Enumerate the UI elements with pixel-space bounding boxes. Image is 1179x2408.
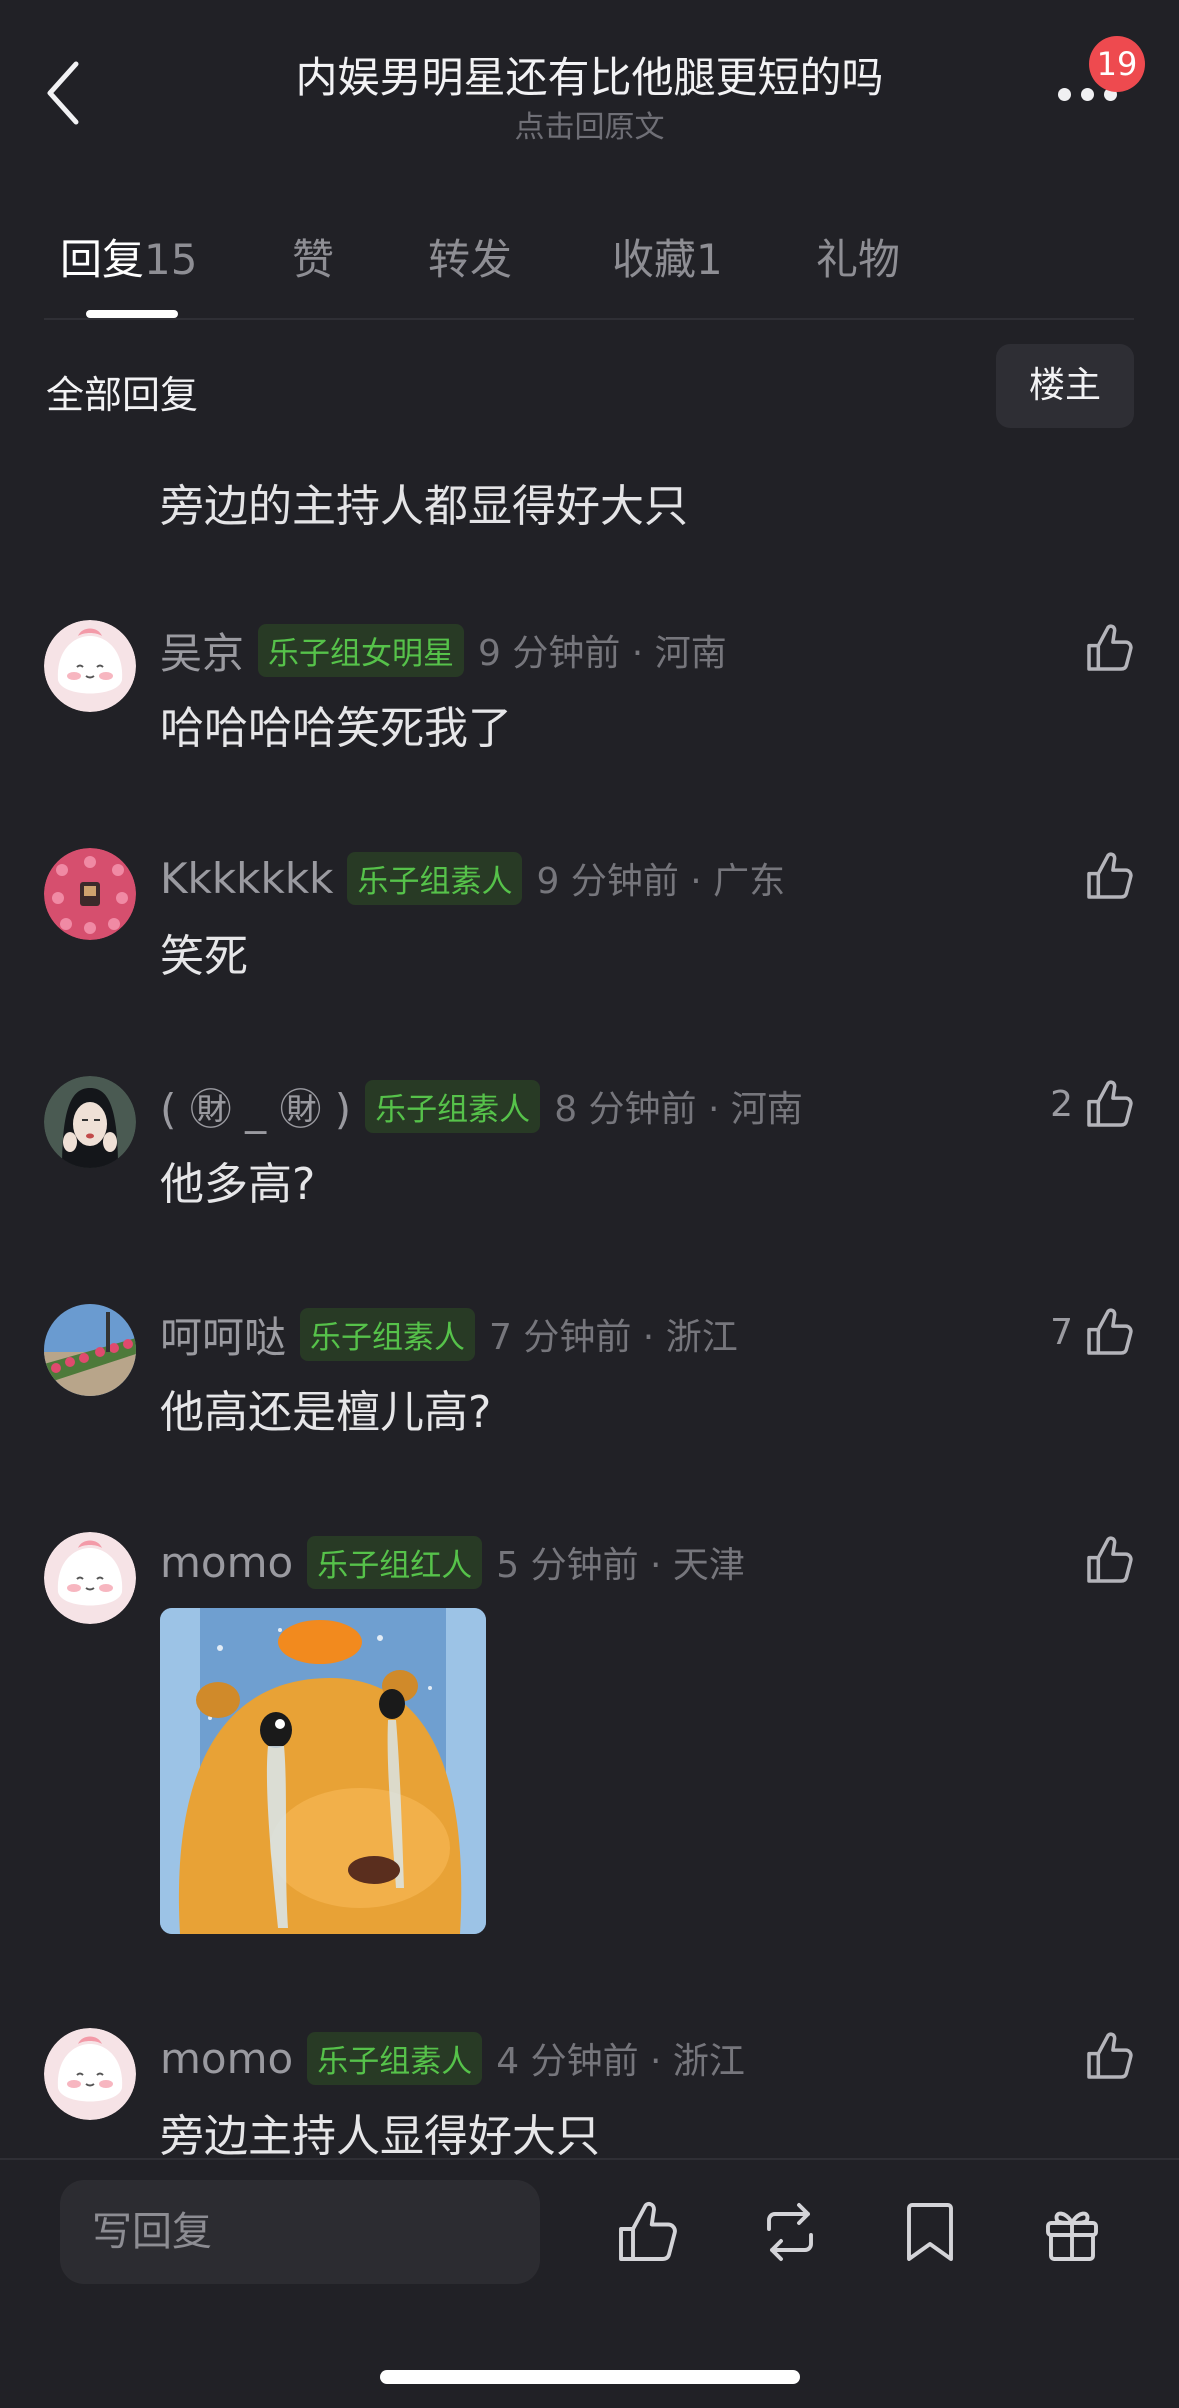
gift-icon[interactable] bbox=[1036, 2196, 1108, 2268]
avatar[interactable] bbox=[44, 620, 136, 712]
home-indicator bbox=[380, 2370, 800, 2384]
like-count: 7 bbox=[1050, 1312, 1073, 1353]
comment-text: 他高还是檀儿高? bbox=[160, 1387, 492, 1438]
tab-replies[interactable]: 回复15 bbox=[60, 226, 197, 287]
tab-favorites[interactable]: 收藏1 bbox=[612, 226, 723, 287]
timestamp-location: 9 分钟前 · 广东 bbox=[536, 861, 786, 902]
comment-text: 旁边的主持人都显得好大只 bbox=[160, 481, 688, 532]
tab-gifts[interactable]: 礼物 bbox=[816, 226, 900, 287]
timestamp-location: 4 分钟前 · 浙江 bbox=[496, 2041, 745, 2082]
comment-text: 他多高? bbox=[160, 1159, 316, 1210]
username[interactable]: 吴京 bbox=[160, 620, 244, 681]
comment-text: 哈哈哈哈笑死我了 bbox=[160, 703, 512, 754]
like-icon[interactable] bbox=[1082, 620, 1138, 676]
repost-icon[interactable] bbox=[754, 2196, 826, 2268]
tab-label: 回复 bbox=[60, 235, 145, 284]
timestamp-location: 9 分钟前 · 河南 bbox=[478, 633, 727, 674]
username[interactable]: momo bbox=[160, 2034, 293, 2083]
user-tag-badge: 乐子组素人 bbox=[307, 2031, 483, 2085]
active-tab-indicator bbox=[86, 310, 178, 318]
tab-label: 赞 bbox=[292, 235, 335, 284]
like-count: 2 bbox=[1050, 1084, 1073, 1125]
like-icon[interactable] bbox=[1082, 848, 1138, 904]
comment-text: 笑死 bbox=[160, 931, 248, 982]
post-title[interactable]: 内娱男明星还有比他腿更短的吗 bbox=[0, 44, 1179, 105]
user-tag-badge: 乐子组素人 bbox=[365, 1079, 541, 1133]
all-replies-heading: 全部回复 bbox=[46, 373, 199, 417]
username[interactable]: Kkkkkkk bbox=[160, 854, 333, 903]
username[interactable]: momo bbox=[160, 1538, 293, 1587]
comment-text: 旁边主持人显得好大只 bbox=[160, 2111, 600, 2162]
like-icon[interactable] bbox=[1082, 1076, 1138, 1132]
reply-input[interactable]: 写回复 bbox=[60, 2180, 540, 2284]
timestamp-location: 8 分钟前 · 河南 bbox=[554, 1089, 803, 1130]
notification-badge: 19 bbox=[1089, 36, 1145, 92]
more-dots-icon bbox=[1058, 88, 1071, 101]
tab-label: 转发 bbox=[428, 235, 513, 284]
avatar[interactable] bbox=[44, 1304, 136, 1396]
username[interactable]: 呵呵哒 bbox=[160, 1304, 286, 1365]
like-icon[interactable] bbox=[1082, 1304, 1138, 1360]
divider bbox=[0, 2158, 1179, 2160]
like-icon[interactable] bbox=[612, 2196, 684, 2268]
timestamp-location: 7 分钟前 · 浙江 bbox=[489, 1317, 738, 1358]
op-only-button[interactable]: 楼主 bbox=[996, 344, 1134, 428]
user-tag-badge: 乐子组素人 bbox=[347, 851, 523, 905]
tab-label: 收藏 bbox=[612, 235, 697, 284]
timestamp-location: 5 分钟前 · 天津 bbox=[496, 1545, 745, 1586]
avatar[interactable] bbox=[44, 1076, 136, 1168]
tab-likes[interactable]: 赞 bbox=[292, 226, 334, 287]
user-tag-badge: 乐子组素人 bbox=[300, 1307, 476, 1361]
avatar[interactable] bbox=[44, 1532, 136, 1624]
avatar[interactable] bbox=[44, 848, 136, 940]
like-icon[interactable] bbox=[1082, 2028, 1138, 2084]
tab-reposts[interactable]: 转发 bbox=[428, 226, 512, 287]
back-to-original-link[interactable]: 点击回原文 bbox=[0, 102, 1179, 146]
username[interactable]: ( ㊖ _ ㊖ ) bbox=[160, 1076, 351, 1137]
crying-capybara-sticker[interactable] bbox=[160, 1608, 486, 1934]
tab-label: 礼物 bbox=[816, 235, 901, 284]
tab-count: 1 bbox=[696, 235, 723, 284]
user-tag-badge: 乐子组女明星 bbox=[258, 623, 465, 677]
bookmark-icon[interactable] bbox=[894, 2196, 966, 2268]
like-icon[interactable] bbox=[1082, 1532, 1138, 1588]
divider bbox=[44, 318, 1134, 320]
user-tag-badge: 乐子组红人 bbox=[307, 1535, 483, 1589]
avatar[interactable] bbox=[44, 2028, 136, 2120]
tab-count: 15 bbox=[144, 235, 198, 284]
